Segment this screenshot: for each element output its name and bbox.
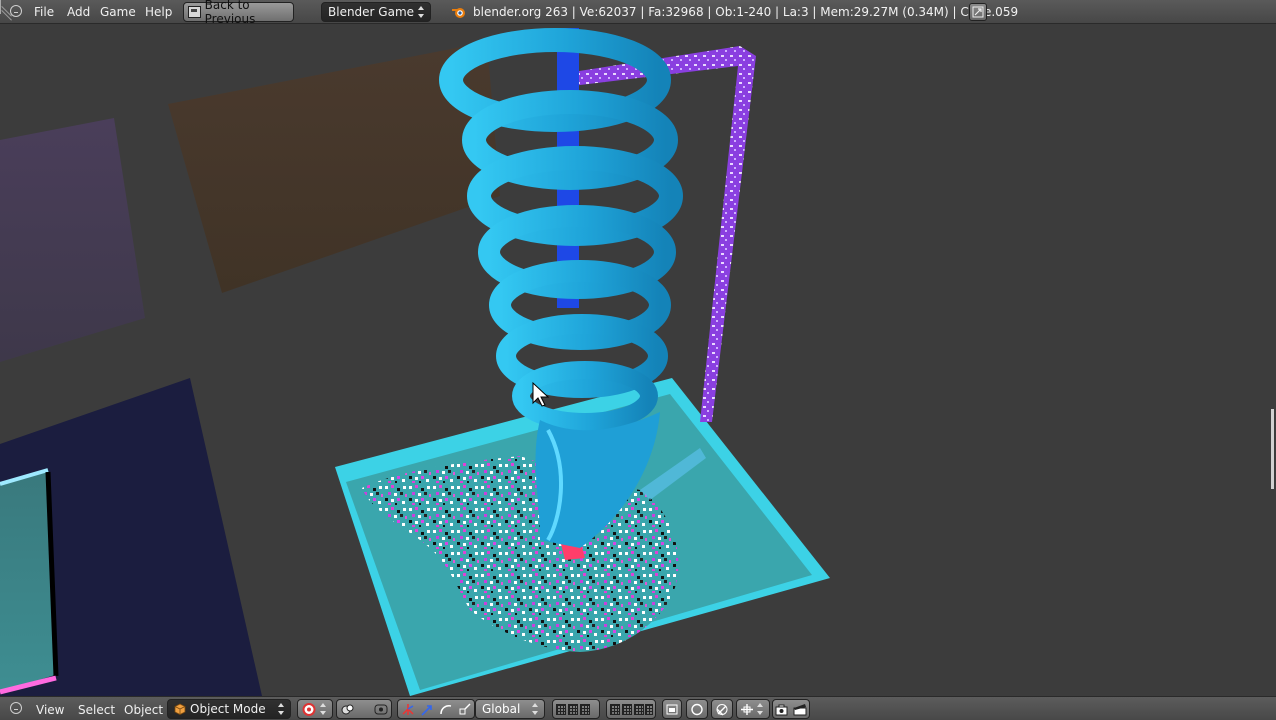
- menu-view[interactable]: View: [36, 703, 64, 717]
- interaction-mode-value: Object Mode: [190, 702, 266, 716]
- snap-increment-icon: [741, 704, 753, 715]
- layers-grid-icon: [580, 704, 590, 715]
- back-to-previous-label: Back to Previous: [204, 0, 256, 26]
- viewport-shading-select[interactable]: [297, 699, 333, 719]
- pivot-icon: [341, 704, 354, 715]
- region-scroll-handle[interactable]: [1271, 409, 1274, 489]
- proportional-edit-icon: [691, 703, 703, 716]
- 3d-viewport[interactable]: [0, 24, 1276, 696]
- clapperboard-icon: [793, 704, 807, 716]
- interaction-mode-select[interactable]: Object Mode: [167, 699, 291, 719]
- manipulator-toggle-icon: [402, 704, 414, 715]
- lock-camera-button[interactable]: [662, 699, 682, 719]
- layers-grid-icon: [556, 704, 566, 715]
- proportional-edit-button[interactable]: [686, 699, 708, 719]
- editor-type-icon[interactable]: [10, 702, 22, 714]
- menu-add[interactable]: Add: [67, 5, 90, 19]
- updown-arrows-icon: [418, 6, 425, 18]
- camera-icon: [775, 704, 788, 716]
- layer-buttons-2[interactable]: [606, 699, 656, 719]
- snap-element-select[interactable]: [736, 699, 770, 719]
- render-engine-select[interactable]: Blender Game: [321, 2, 431, 22]
- layers-grid-icon: [634, 704, 644, 715]
- menu-select[interactable]: Select: [78, 703, 115, 717]
- 3d-view-header: View Select Object Object Mode Global: [0, 696, 1276, 720]
- transform-orientation-value: Global: [482, 702, 521, 716]
- layers-grid-icon: [610, 704, 620, 715]
- info-header: File Add Game Help Back to Previous Blen…: [0, 0, 1276, 26]
- menu-object[interactable]: Object: [124, 703, 163, 717]
- layers-grid-icon: [645, 704, 653, 715]
- rotate-icon: [440, 705, 452, 715]
- updown-arrows-icon: [278, 703, 285, 715]
- fullscreen-icon: [972, 6, 984, 18]
- blender-logo-icon: [452, 8, 465, 18]
- screen-icon: [188, 6, 201, 18]
- transform-orientation-select[interactable]: Global: [475, 699, 545, 719]
- updown-arrows-icon: [532, 703, 539, 715]
- render-engine-value: Blender Game: [328, 5, 415, 19]
- render-buttons[interactable]: [772, 699, 810, 719]
- scale-icon: [459, 703, 471, 715]
- lock-icon: [666, 704, 678, 715]
- pivot-point-select[interactable]: [336, 699, 392, 719]
- scene-render: [0, 24, 1276, 696]
- shading-icon: [302, 703, 316, 716]
- transform-manipulators[interactable]: [397, 699, 475, 719]
- fullscreen-toggle-button[interactable]: [969, 3, 987, 21]
- snap-manipulator-icon: [374, 704, 388, 715]
- editor-type-icon[interactable]: [10, 5, 22, 17]
- layers-grid-icon: [622, 704, 632, 715]
- updown-arrows-icon: [320, 703, 327, 715]
- translate-icon: [421, 705, 432, 716]
- menu-file[interactable]: File: [34, 5, 54, 19]
- back-to-previous-button[interactable]: Back to Previous: [183, 0, 294, 26]
- layer-buttons-1[interactable]: [552, 699, 600, 719]
- snap-toggle-button[interactable]: [711, 699, 733, 719]
- layers-grid-icon: [568, 704, 578, 715]
- cube-icon: [174, 703, 186, 715]
- menu-game[interactable]: Game: [100, 5, 136, 19]
- magnet-icon: [716, 704, 728, 716]
- updown-arrows-icon: [757, 703, 764, 715]
- menu-help[interactable]: Help: [145, 5, 172, 19]
- scene-statistics: blender.org 263 | Ve:62037 | Fa:32968 | …: [473, 5, 1019, 19]
